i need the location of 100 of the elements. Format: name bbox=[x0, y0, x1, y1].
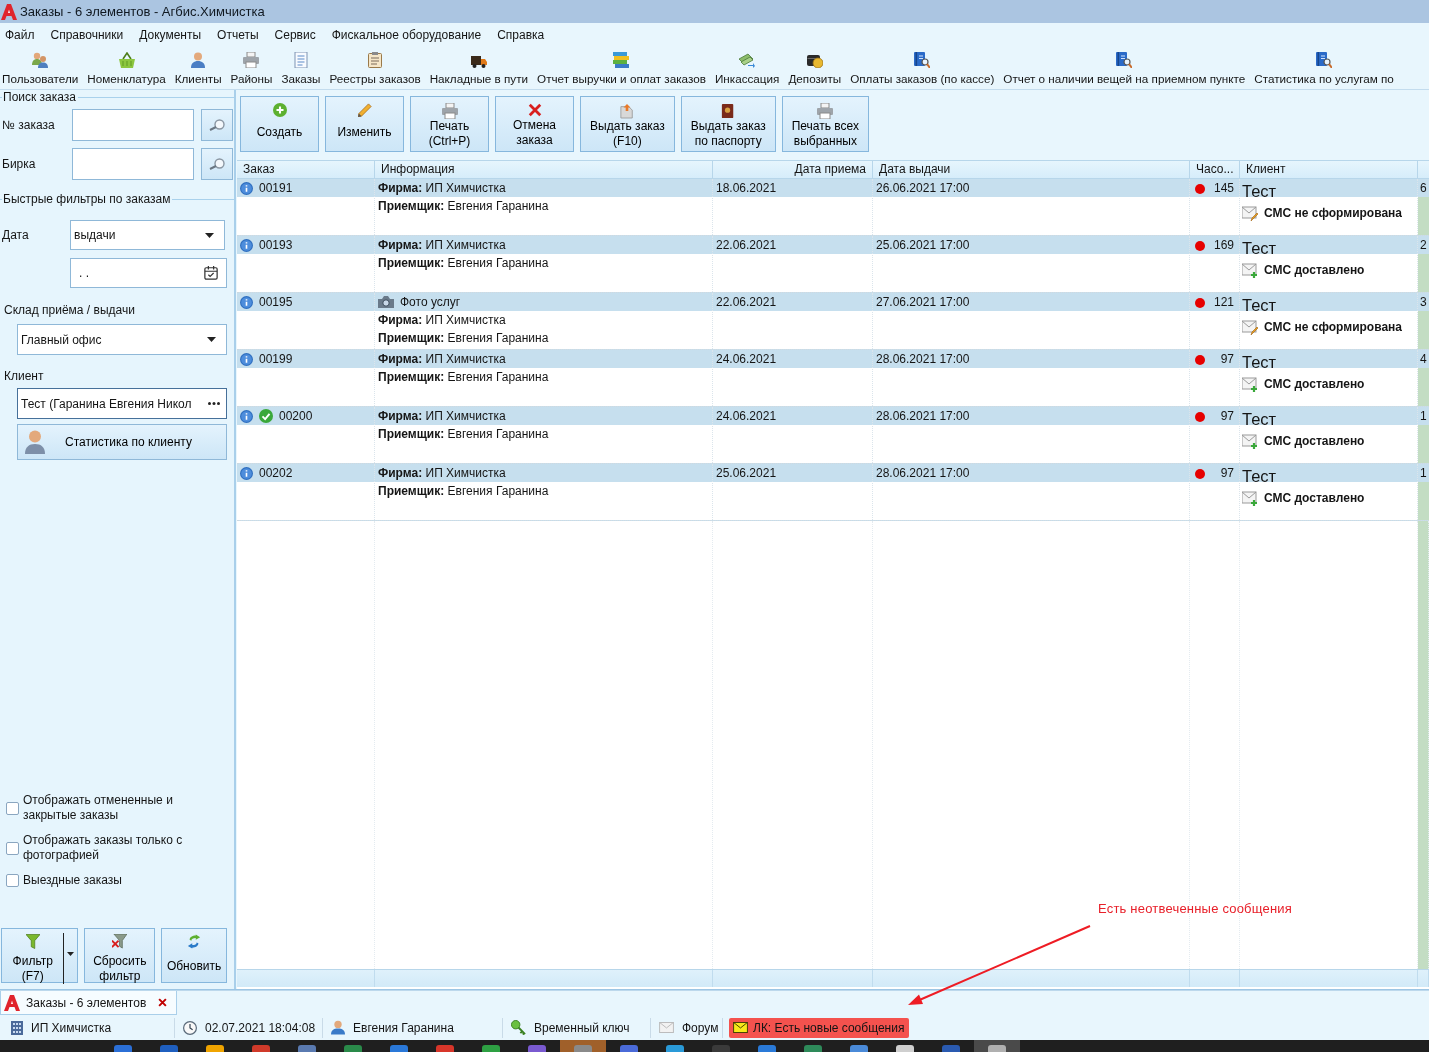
client-stats-button[interactable]: Статистика по клиенту bbox=[17, 424, 227, 460]
info-text: Фото услуг bbox=[400, 294, 461, 311]
menu-item[interactable]: Документы bbox=[139, 28, 202, 42]
table-row[interactable]: 00195 Фото услуг Фирма: ИП Химчистка Приемщик: Евгения Гаранина 22.06.2021 27.06.2021 17:00 121 Тест СМС не сформирована 3 bbox=[237, 293, 1429, 350]
taskbar-icon[interactable] bbox=[206, 1045, 224, 1052]
filter-button[interactable]: Фильтр (F7) bbox=[1, 928, 79, 983]
toolbar-button[interactable]: Районы bbox=[230, 52, 273, 85]
window-title: Заказы - 6 элементов - Агбис.Химчистка bbox=[20, 4, 265, 19]
input-field[interactable] bbox=[72, 109, 194, 141]
status-item[interactable]: 02.07.2021 18:04:08 bbox=[175, 1017, 323, 1038]
taskbar-icon[interactable] bbox=[666, 1045, 684, 1052]
taskbar-icon[interactable] bbox=[896, 1045, 914, 1052]
menu-item[interactable]: Отчеты bbox=[217, 28, 259, 42]
toolbar-button[interactable]: Оплаты заказов (по кассе) bbox=[850, 52, 995, 85]
taskbar-icon[interactable] bbox=[160, 1045, 178, 1052]
toolbar-button[interactable]: Реестры заказов bbox=[329, 52, 421, 85]
menu-item[interactable]: Фискальное оборудование bbox=[331, 28, 482, 42]
taskbar-icon[interactable] bbox=[436, 1045, 454, 1052]
taskbar-icon[interactable] bbox=[942, 1045, 960, 1052]
refresh-button[interactable]: Обновить bbox=[161, 928, 227, 983]
column-header[interactable]: Дата выдачи bbox=[873, 161, 1190, 178]
taskbar-icon[interactable] bbox=[850, 1045, 868, 1052]
search-button[interactable] bbox=[201, 148, 233, 180]
toolbar-button[interactable]: Выдать заказ по паспорту bbox=[680, 96, 776, 152]
taskbar-icon[interactable] bbox=[988, 1045, 1006, 1052]
truck-icon bbox=[470, 56, 487, 68]
status-item[interactable]: Евгения Гаранина bbox=[323, 1017, 503, 1038]
clock-icon bbox=[183, 1020, 197, 1035]
table-row[interactable]: 00200 Фирма: ИП Химчистка Приемщик: Евгения Гаранина 24.06.2021 28.06.2021 17:00 97 Тест СМС доставлено 1 bbox=[237, 407, 1429, 464]
status-item[interactable]: Временный ключ bbox=[503, 1017, 651, 1038]
column-header[interactable]: Заказ bbox=[237, 161, 375, 178]
clipboard-icon bbox=[367, 52, 384, 68]
toolbar-button[interactable]: Статистика по услугам по bbox=[1254, 52, 1394, 85]
column-header[interactable]: Дата приема bbox=[713, 161, 873, 178]
toolbar-button[interactable]: Пользователи bbox=[2, 52, 79, 85]
order-number: 00200 bbox=[279, 408, 313, 425]
users-icon bbox=[32, 52, 49, 68]
taskbar-icon[interactable] bbox=[298, 1045, 316, 1052]
toolbar-button[interactable]: Номенклатура bbox=[87, 52, 166, 85]
menu-item[interactable]: Справочники bbox=[50, 28, 124, 42]
search-button[interactable] bbox=[201, 109, 233, 141]
toolbar-button[interactable]: Изменить bbox=[325, 96, 404, 152]
toolbar-button[interactable]: Депозиты bbox=[788, 52, 842, 85]
document-tab[interactable]: Заказы - 6 элементов bbox=[0, 991, 178, 1015]
table-row[interactable]: 00199 Фирма: ИП Химчистка Приемщик: Евгения Гаранина 24.06.2021 28.06.2021 17:00 97 Тест СМС доставлено 4 bbox=[237, 350, 1429, 407]
menu-item[interactable]: Справка bbox=[497, 28, 545, 42]
date-field[interactable]: . . bbox=[70, 258, 227, 288]
info-icon bbox=[240, 352, 253, 366]
document-arrow-icon bbox=[620, 103, 635, 119]
taskbar-icon[interactable] bbox=[620, 1045, 638, 1052]
funnel-icon bbox=[25, 934, 40, 949]
alert-badge[interactable]: ЛК: Есть новые сообщения bbox=[729, 1017, 910, 1038]
column-header[interactable]: Информация bbox=[375, 161, 713, 178]
info-text: Приемщик: Евгения Гаранина bbox=[378, 255, 549, 272]
checkbox[interactable] bbox=[6, 874, 19, 887]
client-name: Тест bbox=[1242, 238, 1278, 259]
toolbar-button[interactable]: Отчет выручки и оплат заказов bbox=[537, 52, 706, 85]
sms-status: СМС не сформирована bbox=[1264, 205, 1402, 222]
building-icon bbox=[11, 1020, 23, 1035]
input-field[interactable] bbox=[72, 148, 194, 180]
toolbar-button[interactable]: Инкассация bbox=[714, 52, 780, 85]
checkbox[interactable] bbox=[6, 841, 19, 855]
reset-filter-button[interactable]: Сбросить фильтр bbox=[84, 928, 156, 983]
taskbar-icon[interactable] bbox=[758, 1045, 776, 1052]
toolbar-button[interactable]: Клиенты bbox=[174, 52, 222, 85]
taskbar-icon[interactable] bbox=[390, 1045, 408, 1052]
user-icon bbox=[190, 52, 207, 68]
taskbar-icon[interactable] bbox=[344, 1045, 362, 1052]
taskbar-icon[interactable] bbox=[114, 1045, 132, 1052]
taskbar-icon[interactable] bbox=[712, 1045, 730, 1052]
checkbox[interactable] bbox=[6, 801, 19, 815]
taskbar-icon[interactable] bbox=[528, 1045, 546, 1052]
toolbar-button[interactable]: Создать bbox=[240, 96, 319, 152]
toolbar-button[interactable]: Накладные в пути bbox=[429, 52, 529, 85]
status-item[interactable]: Форум bbox=[651, 1017, 723, 1038]
menu-item[interactable]: Файл bbox=[5, 28, 35, 42]
client-name: Тест bbox=[1242, 181, 1278, 202]
toolbar-button[interactable]: Отмена заказа bbox=[495, 96, 574, 152]
envelope-icon bbox=[733, 1022, 748, 1033]
taskbar-icon[interactable] bbox=[804, 1045, 822, 1052]
toolbar-button[interactable]: Выдать заказ (F10) bbox=[580, 96, 675, 152]
table-row[interactable]: 00193 Фирма: ИП Химчистка Приемщик: Евгения Гаранина 22.06.2021 25.06.2021 17:00 169 Тест СМС доставлено 2 bbox=[237, 236, 1429, 293]
date-type-dropdown[interactable]: выдачи bbox=[70, 220, 225, 250]
taskbar-icon[interactable] bbox=[482, 1045, 500, 1052]
menu-item[interactable]: Сервис bbox=[274, 28, 316, 42]
group-title: Быстрые фильтры по заказам bbox=[2, 192, 172, 206]
table-row[interactable]: 00191 Фирма: ИП Химчистка Приемщик: Евгения Гаранина 18.06.2021 26.06.2021 17:00 145 Тест СМС не сформирована 6 bbox=[237, 179, 1429, 236]
column-header[interactable]: Клиент bbox=[1240, 161, 1418, 178]
toolbar-button[interactable]: Заказы bbox=[281, 52, 321, 85]
sms-status: СМС доставлено bbox=[1264, 262, 1365, 279]
toolbar-button[interactable]: Печать всех выбранных bbox=[781, 96, 869, 152]
status-item[interactable]: ИП Химчистка bbox=[3, 1017, 175, 1038]
warehouse-dropdown[interactable]: Главный офис bbox=[17, 324, 227, 355]
toolbar-button[interactable]: Отчет о наличии вещей на приемном пункте bbox=[1003, 52, 1246, 85]
table-row[interactable]: 00202 Фирма: ИП Химчистка Приемщик: Евгения Гаранина 25.06.2021 28.06.2021 17:00 97 Тест СМС доставлено 1 bbox=[237, 464, 1429, 521]
toolbar-button[interactable]: Печать (Ctrl+P) bbox=[410, 96, 489, 152]
taskbar-icon[interactable] bbox=[574, 1045, 592, 1052]
client-field[interactable]: Тест (Гаранина Евгения Никол bbox=[17, 388, 227, 419]
taskbar-icon[interactable] bbox=[252, 1045, 270, 1052]
column-header[interactable]: Часо... bbox=[1190, 161, 1240, 178]
